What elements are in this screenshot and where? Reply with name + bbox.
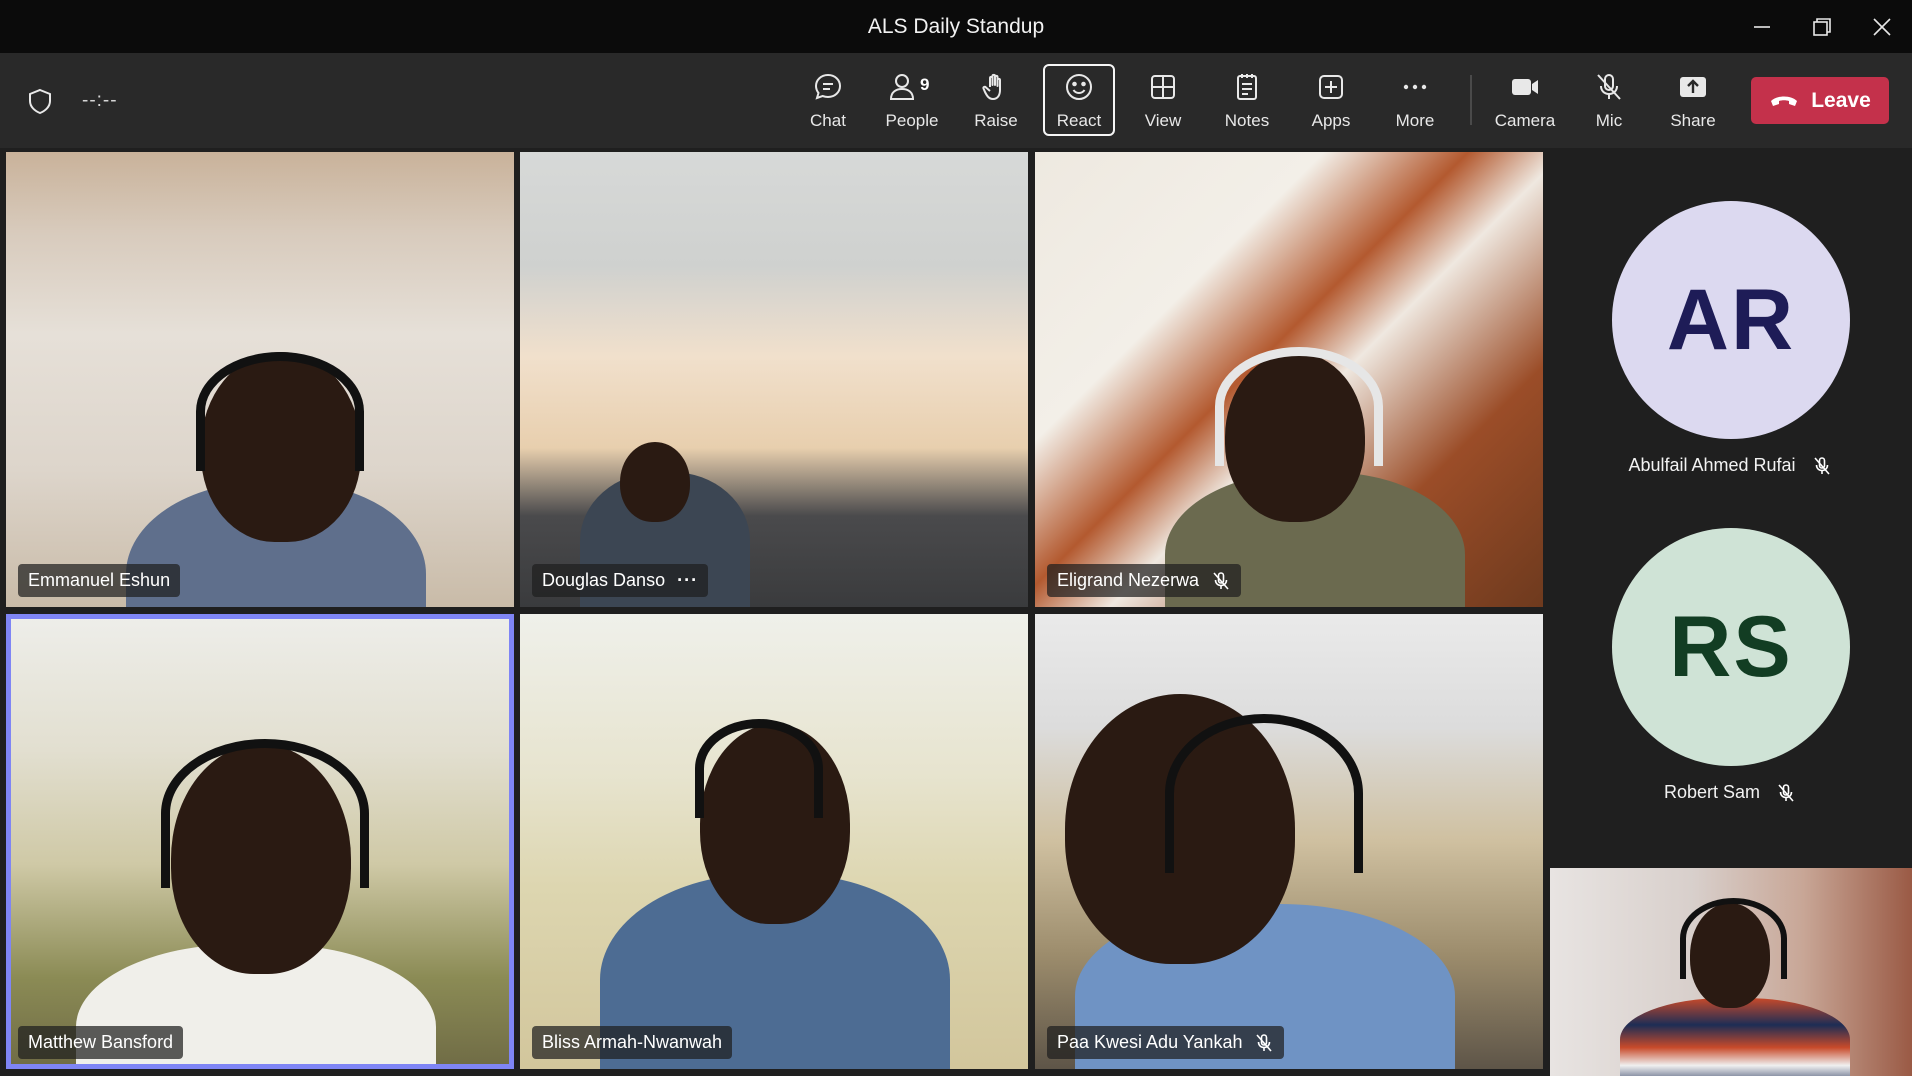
close-icon [1873, 17, 1891, 36]
notes-label: Notes [1224, 111, 1270, 130]
mic-off-icon [1597, 74, 1621, 100]
people-label: People [885, 111, 939, 130]
raise-hand-icon [982, 73, 1001, 100]
video-tile-paa-kwesi-adu-yankah[interactable]: Paa Kwesi Adu Yankah [1035, 614, 1543, 1069]
avatar-abulfail-ahmed-rufai[interactable]: AR [1612, 201, 1850, 439]
participant-name: Eligrand Nezerwa [1057, 570, 1200, 590]
hang-up-icon [1771, 96, 1798, 106]
video-tile-douglas-danso[interactable]: Douglas Danso ··· [520, 152, 1028, 607]
raise-label: Raise [974, 111, 1018, 130]
share-label: Share [1670, 111, 1716, 130]
add-apps-icon [1319, 75, 1343, 99]
video-tile-bliss-armah-nwanwah[interactable]: Bliss Armah-Nwanwah [520, 614, 1028, 1069]
apps-label: Apps [1311, 111, 1351, 130]
participant-name: Emmanuel Eshun [28, 570, 171, 590]
participant-nameplate: Bliss Armah-Nwanwah [532, 1026, 733, 1059]
more-options-icon [1403, 84, 1427, 90]
notes-button[interactable]: Notes [1211, 64, 1283, 136]
video-tile-emmanuel-eshun[interactable]: Emmanuel Eshun [6, 152, 514, 607]
smiley-icon [1066, 74, 1092, 100]
grid-view-icon [1151, 75, 1175, 99]
self-view-video[interactable] [1550, 868, 1912, 1076]
meeting-toolbar: --:-- Chat 9 People Raise React View Not… [0, 53, 1912, 148]
meeting-title: ALS Daily Standup [867, 14, 1045, 38]
apps-button[interactable]: Apps [1295, 64, 1367, 136]
camera-label: Camera [1494, 111, 1556, 130]
video-tile-eligrand-nezerwa[interactable]: Eligrand Nezerwa [1035, 152, 1543, 607]
rail-participant-name-row: Abulfail Ahmed Rufai [1560, 455, 1900, 476]
more-label: More [1395, 111, 1435, 130]
camera-button[interactable]: Camera [1489, 64, 1561, 136]
window-controls [1732, 0, 1912, 53]
avatar-initials: AR [1666, 271, 1796, 368]
mic-off-icon [1213, 571, 1229, 590]
raise-hand-button[interactable]: Raise [960, 64, 1032, 136]
camera-icon [1512, 79, 1538, 95]
participant-name: Matthew Bansford [28, 1032, 174, 1052]
chat-icon [814, 73, 842, 100]
video-tile-matthew-bansford[interactable]: Matthew Bansford [6, 614, 514, 1069]
chat-label: Chat [810, 111, 846, 130]
mic-button[interactable]: Mic [1573, 64, 1645, 136]
title-bar: ALS Daily Standup [0, 0, 1912, 53]
leave-label: Leave [1811, 88, 1871, 112]
people-button[interactable]: 9 People [876, 64, 948, 136]
participant-nameplate: Matthew Bansford [18, 1026, 184, 1059]
mic-off-icon [1813, 456, 1830, 475]
participant-name: Robert Sam [1663, 782, 1761, 802]
more-options-icon[interactable]: ··· [677, 570, 698, 591]
react-label: React [1056, 111, 1102, 130]
avatar-robert-sam[interactable]: RS [1612, 528, 1850, 766]
leave-button[interactable]: Leave [1751, 77, 1889, 124]
participant-nameplate: Douglas Danso ··· [532, 564, 709, 597]
more-button[interactable]: More [1379, 64, 1451, 136]
participant-nameplate: Paa Kwesi Adu Yankah [1047, 1026, 1285, 1059]
toolbar-divider [1470, 75, 1472, 125]
participant-name: Bliss Armah-Nwanwah [542, 1032, 723, 1052]
share-button[interactable]: Share [1657, 64, 1729, 136]
minimize-icon [1754, 25, 1770, 28]
rail-participant-name-row: Robert Sam [1560, 782, 1900, 803]
shield-icon[interactable] [26, 87, 54, 115]
restore-icon [1813, 17, 1831, 36]
view-button[interactable]: View [1127, 64, 1199, 136]
mic-off-icon [1778, 783, 1794, 802]
people-icon [889, 74, 915, 100]
mic-off-icon [1256, 1033, 1273, 1052]
participant-name: Abulfail Ahmed Rufai [1628, 455, 1796, 475]
close-window-button[interactable] [1852, 0, 1912, 53]
chat-button[interactable]: Chat [792, 64, 864, 136]
mic-label: Mic [1595, 111, 1623, 130]
participant-name: Paa Kwesi Adu Yankah [1057, 1032, 1243, 1052]
react-button[interactable]: React [1043, 64, 1115, 136]
share-screen-icon [1680, 77, 1706, 97]
participant-nameplate: Emmanuel Eshun [18, 564, 181, 597]
participant-nameplate: Eligrand Nezerwa [1047, 564, 1242, 597]
view-label: View [1144, 111, 1182, 130]
people-count-badge: 9 [920, 75, 930, 94]
restore-button[interactable] [1792, 0, 1852, 53]
meeting-timer: --:-- [82, 90, 118, 111]
participant-name: Douglas Danso [542, 570, 666, 590]
notes-icon [1237, 74, 1257, 100]
minimize-button[interactable] [1732, 0, 1792, 53]
avatar-initials: RS [1669, 598, 1793, 695]
